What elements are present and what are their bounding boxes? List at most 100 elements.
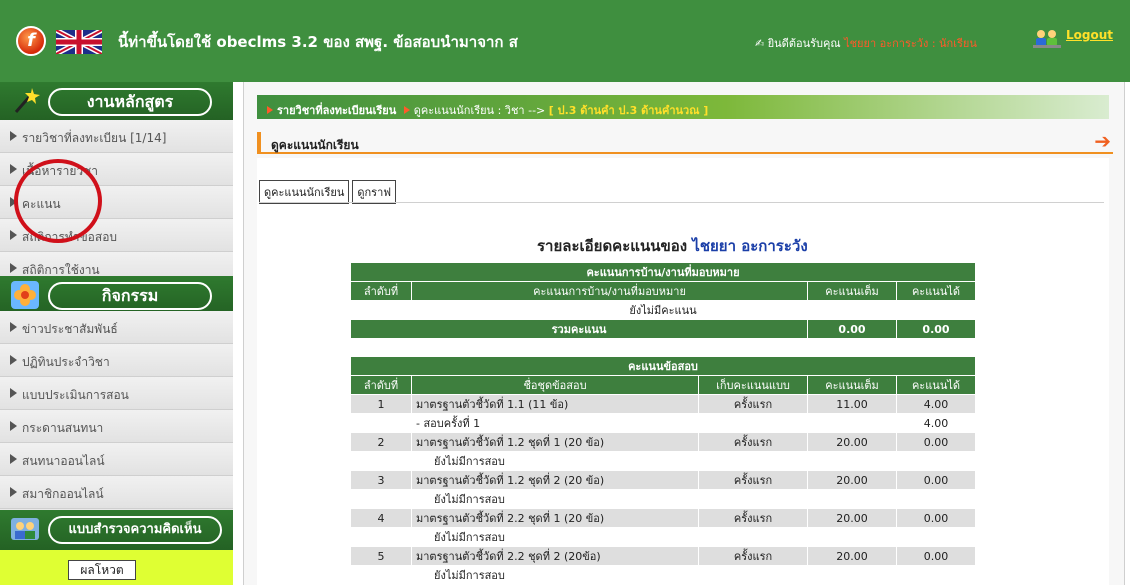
column-header: ลำดับที่	[350, 281, 412, 301]
table-subrow: ยังไม่มีการสอบ	[350, 489, 976, 509]
vote-box: ผลโหวต	[0, 550, 233, 585]
sidebar-item-label: สนทนาออนไลน์	[22, 454, 105, 468]
main-panel: รายวิชาที่ลงทะเบียนเรียน ดูคะแนนนักเรียน…	[243, 82, 1125, 585]
exam-no: 5	[350, 546, 412, 566]
magic-wand-icon	[14, 88, 40, 113]
homework-total-full: 0.00	[807, 319, 897, 339]
homework-total-got: 0.00	[896, 319, 976, 339]
exam-no: 3	[350, 470, 412, 490]
panel-title: ดูคะแนนนักเรียน	[271, 138, 359, 152]
table-subrow: ยังไม่มีการสอบ	[350, 527, 976, 547]
main-area: รายวิชาที่ลงทะเบียนเรียน ดูคะแนนนักเรียน…	[233, 82, 1130, 585]
exam-got: 0.00	[896, 432, 976, 452]
section-header-curriculum: งานหลักสูตร	[0, 82, 233, 120]
sidebar-item-news[interactable]: ข่าวประชาสัมพันธ์	[0, 311, 233, 344]
people-icon	[11, 518, 39, 540]
exam-full: 20.00	[807, 432, 897, 452]
exam-table-caption: คะแนนข้อสอบ	[350, 356, 976, 376]
view-scores-button[interactable]: ดูคะแนนนักเรียน	[259, 180, 350, 204]
button-row: ดูคะแนนนักเรียน ดูกราฟ	[259, 180, 399, 204]
sidebar-item-label: กระดานสนทนา	[22, 421, 104, 435]
breadcrumb: รายวิชาที่ลงทะเบียนเรียน ดูคะแนนนักเรียน…	[257, 95, 1109, 119]
exam-not-taken: ยังไม่มีการสอบ	[411, 489, 699, 509]
section-title-survey: แบบสำรวจความคิดเห็น	[48, 516, 222, 544]
exam-attempt: - สอบครั้งที่ 1	[411, 413, 699, 433]
table-subrow: ยังไม่มีการสอบ	[350, 565, 976, 585]
section-header-activities: กิจกรรม	[0, 276, 233, 314]
table-row: 2 มาตรฐานตัวชี้วัดที่ 1.2 ชุดที่ 1 (20 ข…	[350, 432, 976, 452]
users-icon[interactable]	[1033, 28, 1061, 48]
exam-mode: ครั้งแรก	[698, 432, 808, 452]
annotation-circle	[14, 159, 102, 243]
exam-name: มาตรฐานตัวชี้วัดที่ 1.1 (11 ข้อ)	[411, 394, 699, 414]
logout-link[interactable]: Logout	[1066, 28, 1113, 42]
sidebar-item-label: ปฏิทินประจำวิชา	[22, 355, 110, 369]
exam-attempt-score: 4.00	[896, 413, 976, 433]
exam-name: มาตรฐานตัวชี้วัดที่ 1.2 ชุดที่ 2 (20 ข้อ…	[411, 470, 699, 490]
column-header: เก็บคะแนนแบบ	[698, 375, 808, 395]
exam-full: 20.00	[807, 470, 897, 490]
breadcrumb-marker-icon	[267, 106, 273, 114]
section-title-curriculum: งานหลักสูตร	[48, 88, 212, 116]
table-subrow: ยังไม่มีการสอบ	[350, 451, 976, 471]
column-header: คะแนนเต็ม	[807, 281, 897, 301]
uk-flag-icon[interactable]	[56, 30, 102, 54]
exam-mode: ครั้งแรก	[698, 470, 808, 490]
exam-not-taken: ยังไม่มีการสอบ	[411, 527, 699, 547]
arrow-right-icon[interactable]: ➔	[1094, 131, 1111, 151]
section-title-activities: กิจกรรม	[48, 282, 212, 310]
welcome-prefix: ยินดีต้อนรับคุณ	[767, 37, 841, 50]
exam-table: คะแนนข้อสอบ ลำดับที่ ชื่อชุดข้อสอบ เก็บค…	[350, 356, 976, 585]
breadcrumb-scores: ดูคะแนนนักเรียน	[413, 104, 495, 117]
exam-not-taken: ยังไม่มีการสอบ	[411, 451, 699, 471]
exam-got: 0.00	[896, 546, 976, 566]
sidebar-item-webboard[interactable]: กระดานสนทนา	[0, 410, 233, 443]
arrow-right-icon	[10, 164, 17, 174]
divider	[259, 202, 1104, 203]
top-header: f นี้ท่าขึ้นโดยใช้ obeclms 3.2 ของ สพฐ. …	[0, 0, 1130, 82]
vote-result-button[interactable]: ผลโหวต	[68, 560, 136, 580]
homework-table: คะแนนการบ้าน/งานที่มอบหมาย ลำดับที่ คะแน…	[350, 262, 976, 339]
sidebar-item-online-members[interactable]: สมาชิกออนไลน์	[0, 476, 233, 509]
table-row: 4 มาตรฐานตัวชี้วัดที่ 2.2 ชุดที่ 1 (20 ข…	[350, 508, 976, 528]
breadcrumb-link-courses[interactable]: รายวิชาที่ลงทะเบียนเรียน	[277, 104, 396, 117]
homework-table-caption: คะแนนการบ้าน/งานที่มอบหมาย	[350, 262, 976, 282]
column-header: คะแนนการบ้าน/งานที่มอบหมาย	[411, 281, 808, 301]
column-header: คะแนนได้	[896, 281, 976, 301]
sidebar-item-chat[interactable]: สนทนาออนไลน์	[0, 443, 233, 476]
arrow-right-icon	[10, 230, 17, 240]
sidebar-item-calendar[interactable]: ปฏิทินประจำวิชา	[0, 344, 233, 377]
exam-got: 4.00	[896, 394, 976, 414]
welcome-icon: ✍	[755, 37, 768, 50]
arrow-right-icon	[10, 263, 17, 273]
flash-logo-icon: f	[16, 26, 46, 56]
exam-name: มาตรฐานตัวชี้วัดที่ 2.2 ชุดที่ 1 (20 ข้อ…	[411, 508, 699, 528]
sidebar-item-label: ข่าวประชาสัมพันธ์	[22, 322, 118, 336]
breadcrumb-course-name: [ ป.3 ด้านคำ ป.3 ด้านคำนวณ ]	[548, 104, 709, 117]
exam-no: 4	[350, 508, 412, 528]
flower-icon	[11, 281, 39, 309]
sidebar-item-evaluation[interactable]: แบบประเมินการสอน	[0, 377, 233, 410]
sidebar-item-registered-courses[interactable]: รายวิชาที่ลงทะเบียน [1/14]	[0, 120, 233, 153]
site-title: นี้ท่าขึ้นโดยใช้ obeclms 3.2 ของ สพฐ. ข้…	[118, 33, 518, 51]
sidebar-item-label: แบบประเมินการสอน	[22, 388, 129, 402]
sidebar-item-label: รายวิชาที่ลงทะเบียน [1/14]	[22, 131, 167, 145]
panel-title-bar: ดูคะแนนนักเรียน ➔	[257, 131, 1113, 154]
exam-mode: ครั้งแรก	[698, 394, 808, 414]
view-graph-button[interactable]: ดูกราฟ	[352, 180, 397, 204]
column-header: ชื่อชุดข้อสอบ	[411, 375, 699, 395]
report-title: รายละเอียดคะแนนของ ไชยยา อะการะวัง	[537, 234, 808, 258]
exam-got: 0.00	[896, 508, 976, 528]
exam-mode: ครั้งแรก	[698, 508, 808, 528]
exam-got: 0.00	[896, 470, 976, 490]
homework-empty-text: ยังไม่มีคะแนน	[350, 300, 976, 320]
table-row: 5 มาตรฐานตัวชี้วัดที่ 2.2 ชุดที่ 2 (20ข้…	[350, 546, 976, 566]
student-name: ไชยยา อะการะวัง	[692, 237, 808, 255]
breadcrumb-text: รายวิชาที่ลงทะเบียนเรียน ดูคะแนนนักเรียน…	[267, 101, 708, 119]
exam-full: 20.00	[807, 508, 897, 528]
exam-full: 20.00	[807, 546, 897, 566]
breadcrumb-marker-icon	[403, 106, 410, 114]
homework-total-label: รวมคะแนน	[350, 319, 808, 339]
exam-name: มาตรฐานตัวชี้วัดที่ 1.2 ชุดที่ 1 (20 ข้อ…	[411, 432, 699, 452]
column-header: คะแนนได้	[896, 375, 976, 395]
